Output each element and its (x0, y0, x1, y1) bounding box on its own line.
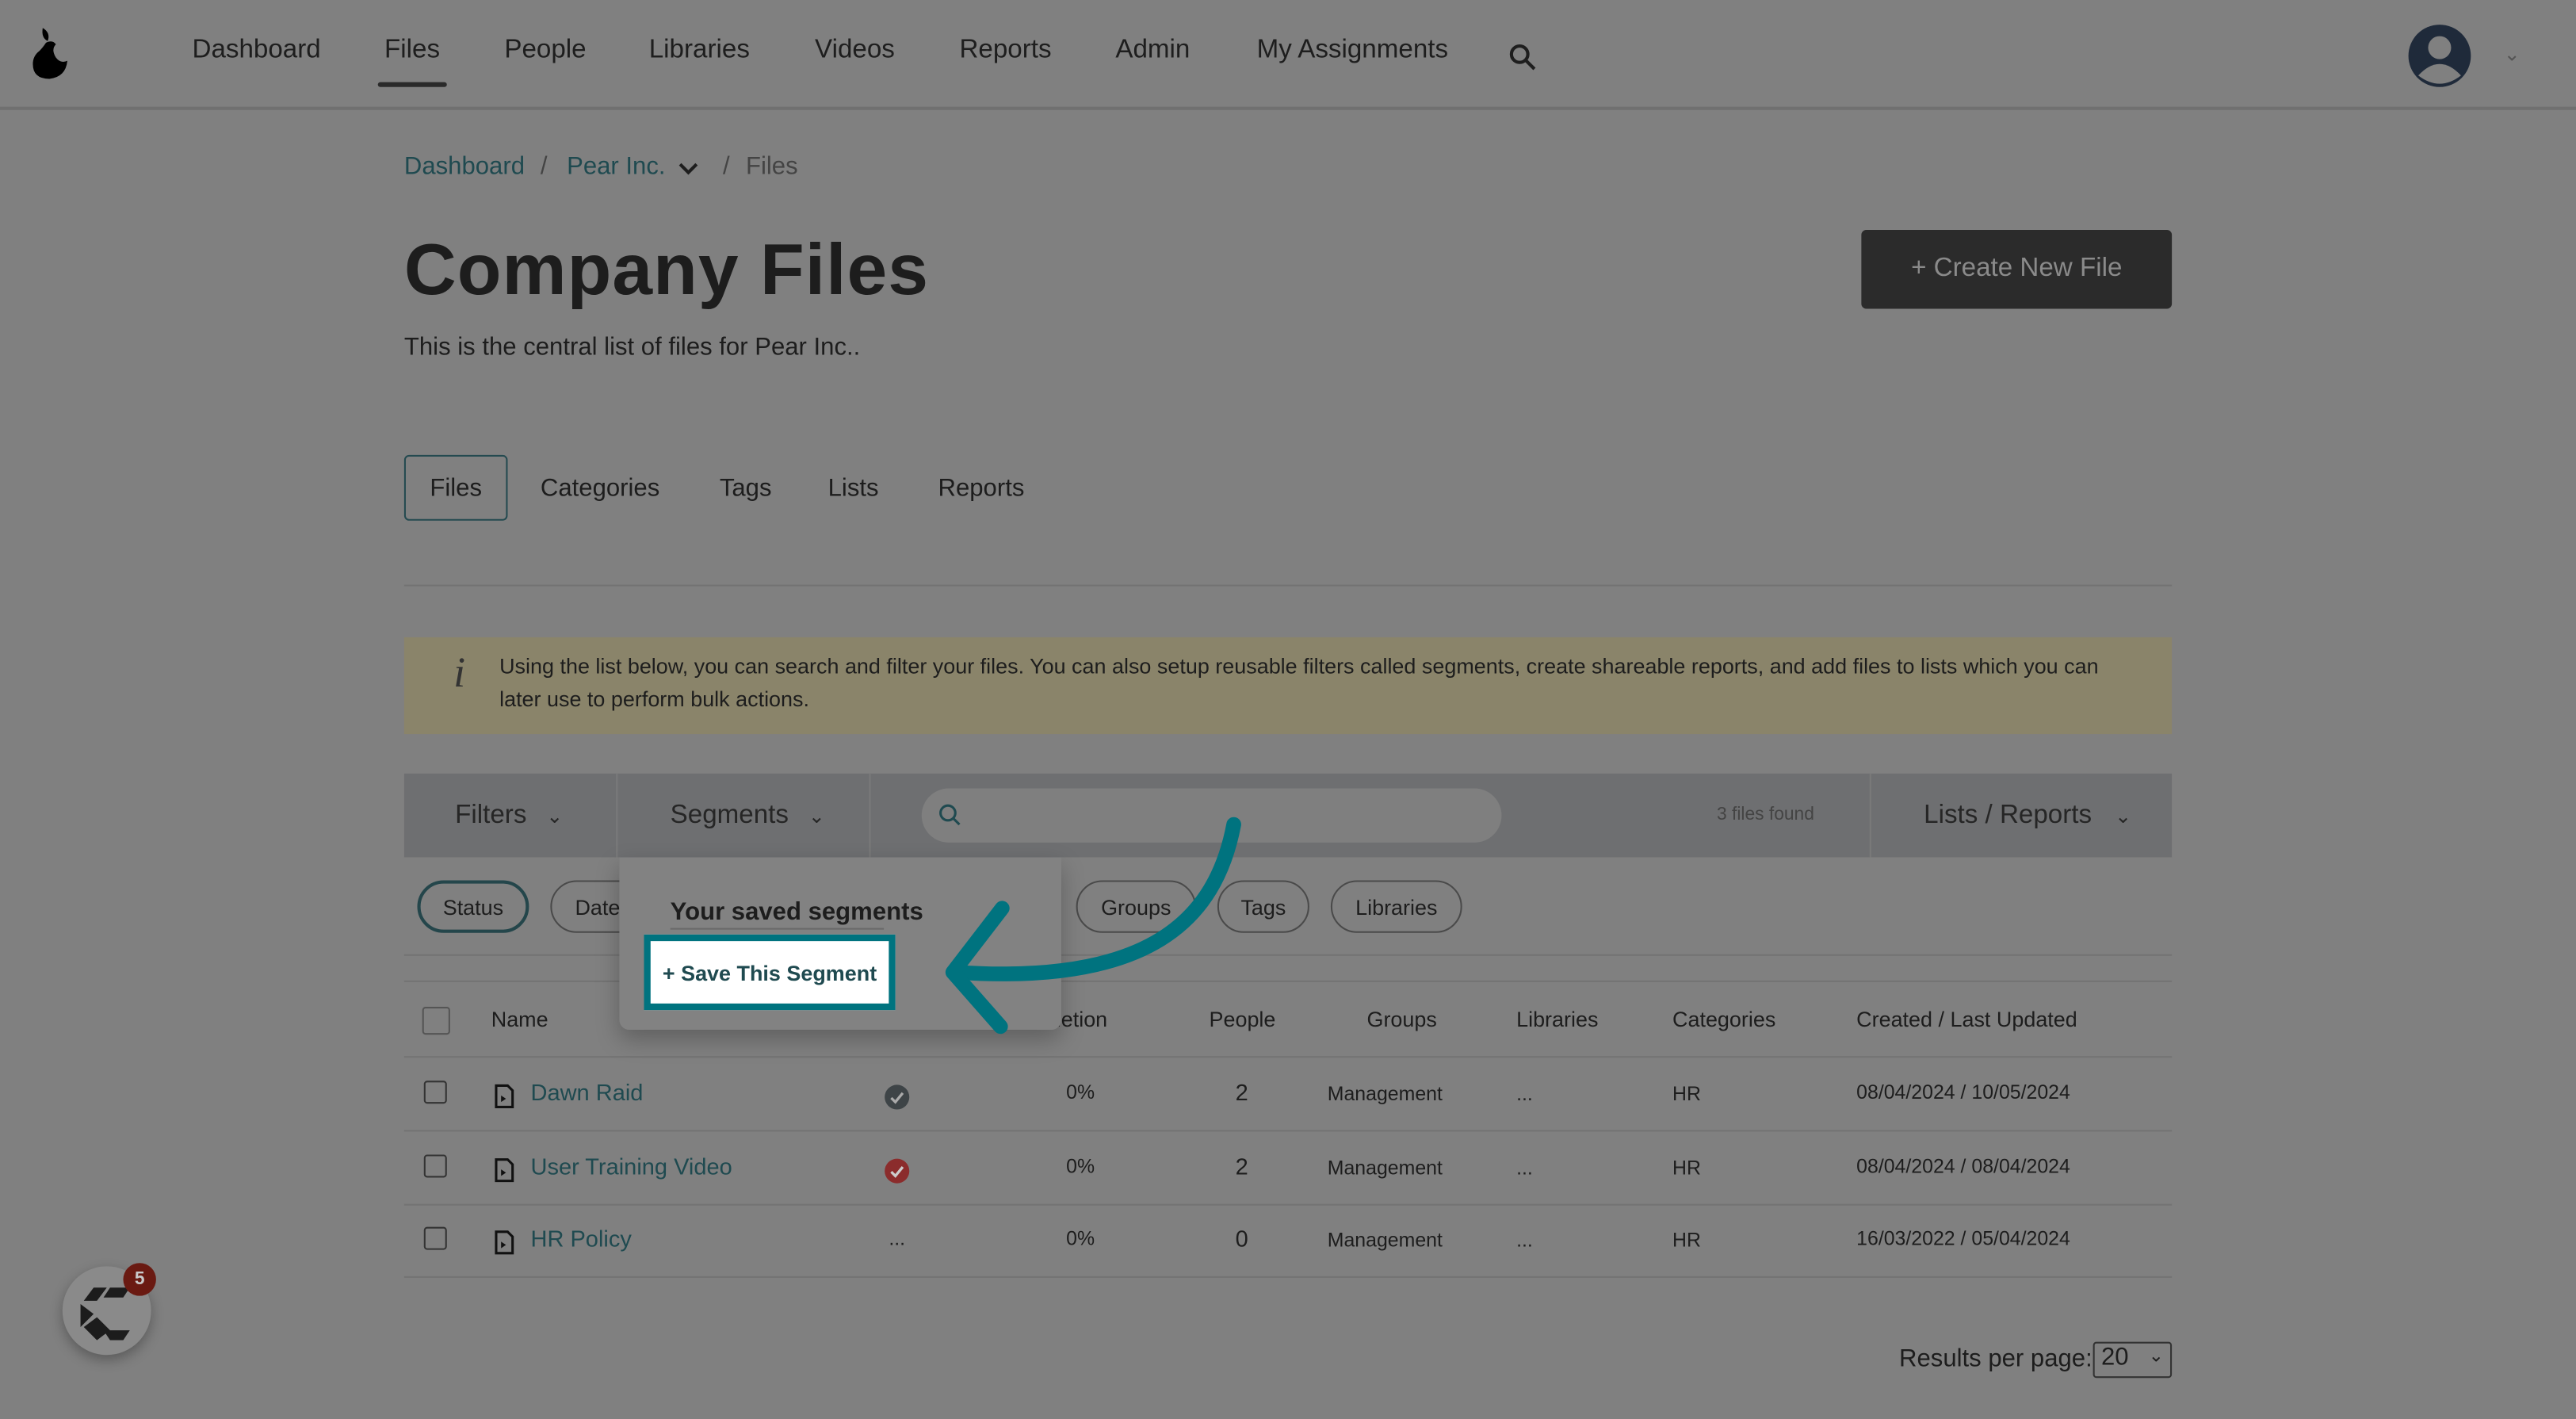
create-new-file-button[interactable]: + Create New File (1861, 230, 2173, 309)
row-checkbox[interactable] (423, 1226, 447, 1250)
breadcrumb-dashboard[interactable]: Dashboard (404, 153, 525, 181)
tab-categories[interactable]: Categories (514, 455, 686, 521)
page-title: Company Files (403, 230, 930, 311)
filters-label: Filters (455, 801, 527, 829)
row-divider (403, 1203, 2173, 1206)
search-icon (939, 804, 961, 826)
row-divider (403, 1130, 2173, 1132)
people-count: 2 (1235, 1079, 1248, 1106)
segments-label: Segments (670, 801, 789, 829)
file-name-link[interactable]: HR Policy (530, 1226, 631, 1252)
status-complete-icon (885, 1084, 910, 1110)
select-all-checkbox[interactable] (422, 1007, 450, 1035)
nav-dashboard[interactable]: Dashboard (193, 36, 321, 66)
row-checkbox[interactable] (423, 1154, 447, 1178)
breadcrumb-org[interactable]: Pear Inc. (567, 153, 665, 181)
search-icon[interactable] (1508, 43, 1538, 72)
tab-tags[interactable]: Tags (694, 455, 798, 521)
file-name-link[interactable]: User Training Video (530, 1153, 732, 1179)
info-icon: i (453, 648, 466, 697)
column-header-groups[interactable]: Groups (1366, 1007, 1436, 1031)
results-per-page-select[interactable]: 20 ⌄ (2093, 1341, 2173, 1379)
segments-dropdown[interactable]: Segments ⌄ (617, 773, 871, 858)
info-text: Using the list below, you can search and… (499, 653, 2099, 712)
tab-lists[interactable]: Lists (801, 455, 904, 521)
search-input[interactable] (921, 788, 1502, 843)
status-complete-red-icon (885, 1158, 910, 1184)
divider (403, 1056, 2173, 1058)
breadcrumb-current: Files (746, 152, 798, 181)
libraries: ... (1516, 1082, 1533, 1106)
breadcrumb-separator: / (540, 152, 548, 181)
results-count: 3 files found (1716, 805, 1814, 825)
file-icon (495, 1084, 514, 1108)
chip-status[interactable]: Status (417, 880, 529, 933)
categories: HR (1672, 1228, 1701, 1252)
page-subtitle: This is the central list of files for Pe… (403, 333, 861, 361)
chevron-down-icon: ⌄ (808, 804, 825, 828)
results-per-page-label: Results per page: (1899, 1344, 2093, 1374)
tab-files[interactable]: Files (403, 454, 508, 521)
column-header-completion[interactable]: letion (1057, 1007, 1107, 1031)
nav-libraries[interactable]: Libraries (649, 36, 750, 66)
save-segment-button[interactable]: + Save This Segment (644, 934, 896, 1011)
column-header-categories[interactable]: Categories (1672, 1007, 1775, 1031)
chevron-down-icon: ⌄ (546, 804, 564, 828)
info-banner: i Using the list below, you can search an… (403, 637, 2173, 735)
nav-my-assignments[interactable]: My Assignments (1257, 36, 1448, 66)
saved-segments-heading: Your saved segments (670, 898, 923, 927)
nav-files[interactable]: Files (377, 36, 446, 87)
notification-badge: 5 (123, 1263, 156, 1296)
categories: HR (1672, 1082, 1701, 1106)
completion: 0% (1066, 1154, 1095, 1178)
created-updated: 08/04/2024 / 08/04/2024 (1856, 1154, 2070, 1178)
file-icon (495, 1158, 514, 1183)
row-divider (403, 1276, 2173, 1278)
breadcrumb-separator: / (722, 152, 730, 181)
people-count: 0 (1235, 1225, 1248, 1252)
lists-reports-dropdown[interactable]: Lists / Reports ⌄ (1869, 773, 2172, 858)
file-icon (495, 1230, 514, 1255)
chevron-down-icon[interactable] (678, 163, 698, 176)
completion: 0% (1066, 1226, 1095, 1250)
groups: Management (1327, 1082, 1443, 1106)
column-header-libraries[interactable]: Libraries (1516, 1007, 1598, 1031)
results-per-page-value: 20 (2100, 1343, 2129, 1371)
nav-reports[interactable]: Reports (959, 36, 1051, 66)
created-updated: 08/04/2024 / 10/05/2024 (1856, 1081, 2070, 1104)
column-header-people[interactable]: People (1210, 1007, 1276, 1031)
tab-reports[interactable]: Reports (912, 455, 1050, 521)
nav-people[interactable]: People (504, 36, 586, 66)
created-updated: 16/03/2022 / 05/04/2024 (1856, 1226, 2070, 1250)
nav-videos[interactable]: Videos (815, 36, 895, 66)
avatar[interactable] (2407, 23, 2473, 89)
chevron-down-icon: ⌄ (2148, 1346, 2164, 1367)
divider (403, 584, 2173, 587)
files-toolbar: Filters ⌄ Segments ⌄ 3 files found Lists /… (403, 773, 2173, 858)
chip-libraries[interactable]: Libraries (1330, 880, 1462, 933)
lists-reports-label: Lists / Reports (1924, 801, 2093, 829)
chevron-down-icon: ⌄ (2115, 804, 2131, 828)
status-empty: ... (889, 1226, 906, 1250)
chevron-down-icon[interactable]: ⌄ (2504, 43, 2521, 66)
divider (670, 928, 885, 930)
libraries: ... (1516, 1156, 1533, 1180)
libraries: ... (1516, 1228, 1533, 1252)
chip-tags[interactable]: Tags (1217, 880, 1309, 933)
chip-groups[interactable]: Groups (1076, 880, 1196, 933)
top-header: Dashboard Files People Libraries Videos … (0, 0, 2576, 110)
filters-dropdown[interactable]: Filters ⌄ (404, 773, 618, 858)
categories: HR (1672, 1156, 1701, 1180)
column-header-created[interactable]: Created / Last Updated (1856, 1007, 2077, 1031)
file-name-link[interactable]: Dawn Raid (530, 1079, 643, 1105)
groups: Management (1327, 1156, 1443, 1180)
people-count: 2 (1235, 1153, 1248, 1180)
completion: 0% (1066, 1081, 1095, 1104)
column-header-name[interactable]: Name (491, 1007, 548, 1031)
chat-widget-button[interactable]: 5 (62, 1263, 156, 1356)
groups: Management (1327, 1228, 1443, 1252)
row-checkbox[interactable] (423, 1081, 447, 1104)
nav-admin[interactable]: Admin (1115, 36, 1190, 66)
pear-logo-icon[interactable] (29, 26, 72, 82)
